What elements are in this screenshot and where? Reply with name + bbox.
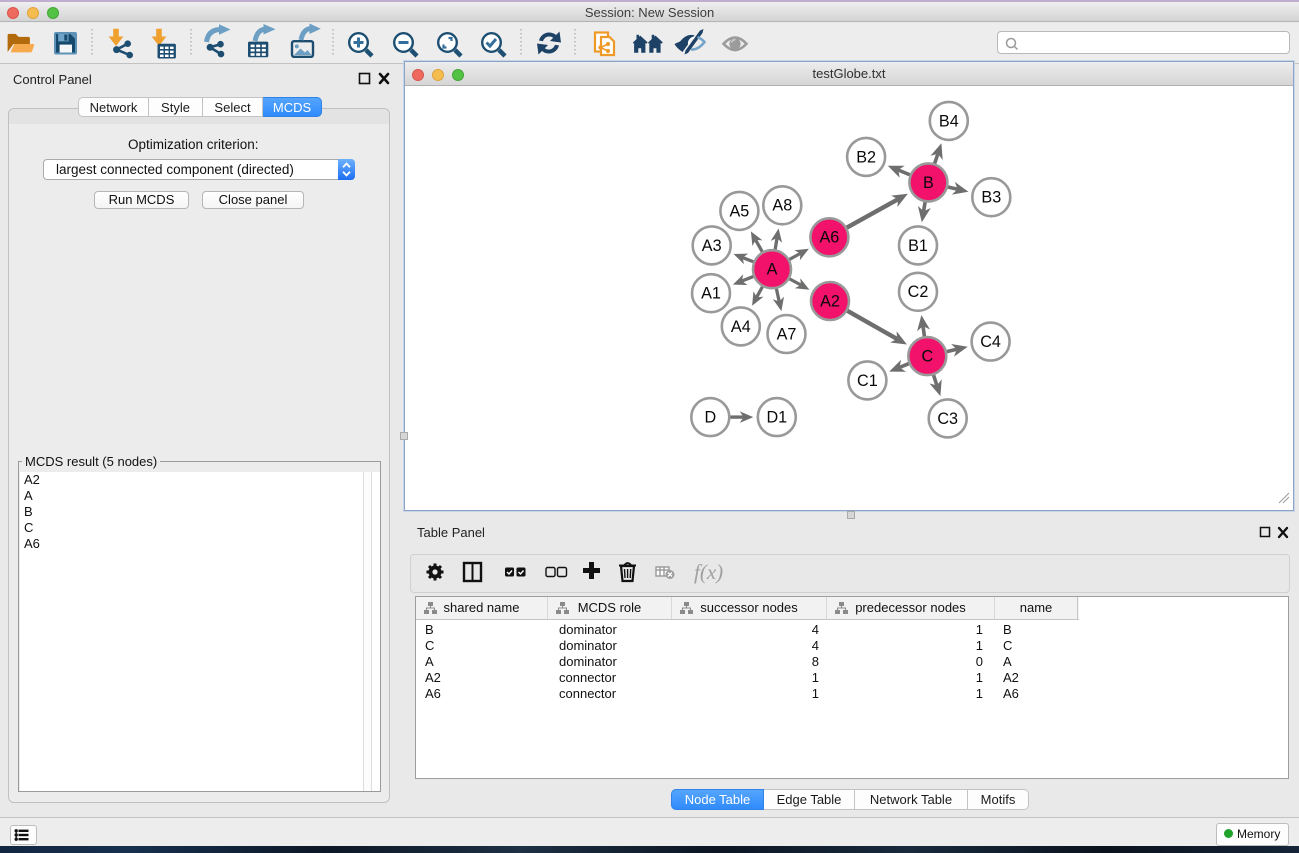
svg-text:A: A — [767, 261, 778, 279]
svg-text:C: C — [921, 348, 933, 366]
svg-text:D: D — [704, 409, 716, 427]
svg-text:A1: A1 — [701, 285, 721, 303]
svg-text:D1: D1 — [766, 409, 787, 427]
svg-text:B4: B4 — [939, 112, 959, 130]
svg-text:A4: A4 — [731, 318, 751, 336]
svg-text:A6: A6 — [819, 229, 839, 247]
svg-text:C3: C3 — [937, 410, 958, 428]
svg-text:C2: C2 — [908, 283, 929, 301]
svg-text:A5: A5 — [729, 202, 749, 220]
svg-text:f(x): f(x) — [694, 560, 723, 584]
svg-text:A2: A2 — [820, 292, 840, 310]
svg-text:A7: A7 — [777, 325, 797, 343]
svg-text:B2: B2 — [856, 148, 876, 166]
svg-text:B1: B1 — [908, 237, 928, 255]
svg-text:C4: C4 — [980, 333, 1001, 351]
svg-text:A3: A3 — [702, 237, 722, 255]
svg-text:B3: B3 — [981, 189, 1001, 207]
svg-text:B: B — [923, 174, 934, 192]
svg-text:A8: A8 — [772, 197, 792, 215]
svg-text:C1: C1 — [857, 372, 878, 390]
